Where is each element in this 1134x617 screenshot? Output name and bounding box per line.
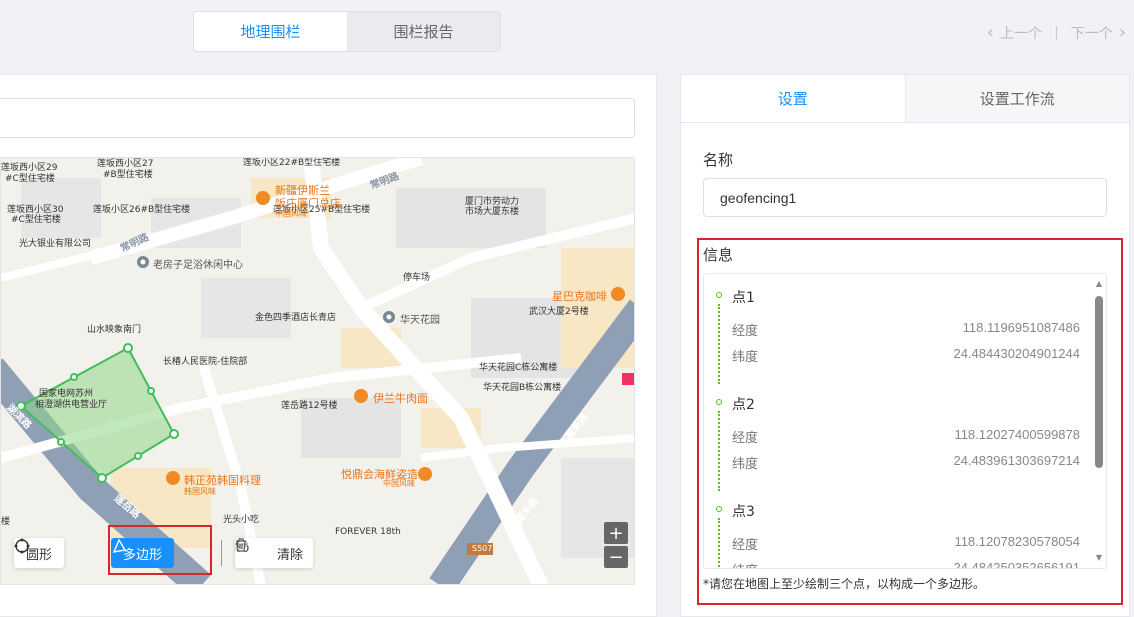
point-title: 点2 <box>732 397 755 413</box>
top-tab-bar: 地理围栏 围栏报告 <box>193 11 501 52</box>
tab-fence-report[interactable]: 围栏报告 <box>347 12 500 51</box>
timeline-line <box>718 518 720 568</box>
scroll-thumb[interactable] <box>1095 296 1103 468</box>
map-canvas[interactable]: 莲坂西小区29 #C型住宅楼 莲坂西小区27 #B型住宅楼 莲坂小区22#B型住… <box>0 157 635 585</box>
map-label: 韩国风味 <box>184 487 216 496</box>
edit-tool-group: 清除 <box>235 538 314 568</box>
map-label: 光头小吃 <box>223 515 260 525</box>
lat-row: 纬度 24.483961303697214 <box>732 453 1080 472</box>
map-label: 中国风味 <box>275 209 307 218</box>
map-label: 伊兰牛肉面 <box>373 392 428 405</box>
map-label: 华天花园 <box>400 315 440 326</box>
map-panel: 莲坂西小区29 #C型住宅楼 莲坂西小区27 #B型住宅楼 莲坂小区22#B型住… <box>0 74 657 617</box>
map-label: #C型住宅楼 <box>11 215 61 225</box>
clear-label: 清除 <box>277 547 304 563</box>
map-label: 光大银业有限公司 <box>19 239 92 249</box>
map-label: 停车场 <box>403 273 431 283</box>
shape-tool-group: 圆形 <box>14 538 65 568</box>
chevron-left-icon: ‹ <box>986 22 995 43</box>
map-label: #B型住宅楼 <box>103 170 153 180</box>
points-scrollbar[interactable]: ▲ ▼ <box>1095 280 1103 562</box>
lng-label: 经度 <box>732 538 759 553</box>
zoom-out-button[interactable]: − <box>604 546 628 568</box>
timeline-dot <box>716 292 722 298</box>
map-label: 相澄湖供电营业厅 <box>35 400 108 410</box>
clear-button[interactable]: 清除 <box>236 538 313 568</box>
lng-label: 经度 <box>732 431 759 446</box>
lat-label: 纬度 <box>732 560 758 568</box>
chevron-right-icon: › <box>1118 22 1126 43</box>
circle-tool-button[interactable]: 圆形 <box>14 538 64 568</box>
map-label: 星巴克咖啡 <box>552 290 607 303</box>
map-label: 楼 <box>1 517 11 527</box>
map-label: 山水映象南门 <box>87 325 142 335</box>
pager: ‹ 上一个 | 下一个 › <box>987 22 1126 43</box>
map-label: 长椿人民医院-住院部 <box>163 357 248 367</box>
scroll-down-icon[interactable]: ▼ <box>1095 554 1103 562</box>
map-label: #C型住宅楼 <box>5 174 55 184</box>
circle-icon <box>14 538 30 554</box>
trash-icon <box>236 538 246 552</box>
map-label: FOREVER 18th <box>335 527 401 537</box>
lat-value: 24.484250352656191 <box>953 560 1080 569</box>
lng-row: 经度 118.12027400599878 <box>732 427 1080 446</box>
polygon-hint: *请您在地图上至少绘制三个点，以构成一个多边形。 <box>703 577 986 591</box>
polygon-tool-button[interactable]: 多边形 <box>111 538 175 568</box>
polygon-tool-label: 多边形 <box>123 547 163 563</box>
map-label: 华天花园B栋公寓楼 <box>483 383 562 393</box>
timeline-dot <box>716 506 722 512</box>
tab-geofence[interactable]: 地理围栏 <box>194 12 347 51</box>
settings-tab-bar: 设置 设置工作流 <box>681 75 1129 123</box>
lat-value: 24.484430204901244 <box>953 346 1080 361</box>
settings-panel: 设置 设置工作流 名称 信息 点1 经度 118.1196951087486 纬度… <box>680 74 1130 617</box>
polygon-icon <box>112 538 127 553</box>
map-search-input[interactable] <box>0 98 635 138</box>
info-label: 信息 <box>703 246 734 264</box>
lng-label: 经度 <box>732 324 759 339</box>
map-label: 莲坂小区22#B型住宅楼 <box>243 158 341 168</box>
map-label: 莲坂小区26#B型住宅楼 <box>93 205 191 215</box>
map-label: 华天花园C栋公寓楼 <box>479 363 558 373</box>
point-title: 点3 <box>732 504 755 520</box>
map-label: 市场大厦东楼 <box>465 207 520 217</box>
lng-row: 经度 118.12078230578054 <box>732 534 1080 553</box>
pager-divider: | <box>1054 24 1059 41</box>
timeline-dot <box>716 399 722 405</box>
tool-divider <box>221 540 222 566</box>
lat-row: 纬度 24.484250352656191 <box>732 560 1080 569</box>
timeline-line <box>718 304 720 384</box>
redo-button[interactable] <box>235 538 267 568</box>
points-list[interactable]: 点1 经度 118.1196951087486 纬度 24.484430204901… <box>703 273 1107 569</box>
lat-label: 纬度 <box>732 457 759 472</box>
lng-value: 118.12027400599878 <box>954 427 1080 442</box>
lat-label: 纬度 <box>732 350 759 365</box>
lat-value: 24.483961303697214 <box>953 453 1080 468</box>
prev-button[interactable]: 上一个 <box>1000 23 1042 43</box>
tab-workflow[interactable]: 设置工作流 <box>905 75 1129 122</box>
map-label: S507 <box>472 544 493 553</box>
tab-settings[interactable]: 设置 <box>681 75 906 122</box>
point-title: 点1 <box>732 290 755 306</box>
map-label: 中国风味 <box>383 479 415 488</box>
next-button[interactable]: 下一个 <box>1071 23 1113 43</box>
lat-row: 纬度 24.484430204901244 <box>732 346 1080 365</box>
map-label: 金色四季酒店长青店 <box>255 313 337 323</box>
timeline-line <box>718 411 720 491</box>
lng-value: 118.1196951087486 <box>962 320 1080 335</box>
map-label: 老房子足浴休闲中心 <box>153 260 243 271</box>
zoom-in-button[interactable]: + <box>604 522 628 544</box>
map-label: 莲岳路12号楼 <box>281 401 338 411</box>
name-field[interactable] <box>703 178 1107 217</box>
name-label: 名称 <box>703 151 734 169</box>
scroll-up-icon[interactable]: ▲ <box>1095 280 1103 288</box>
lng-row: 经度 118.1196951087486 <box>732 320 1080 339</box>
map-label: 武汉大厦2号楼 <box>529 307 589 317</box>
lng-value: 118.12078230578054 <box>954 534 1080 549</box>
